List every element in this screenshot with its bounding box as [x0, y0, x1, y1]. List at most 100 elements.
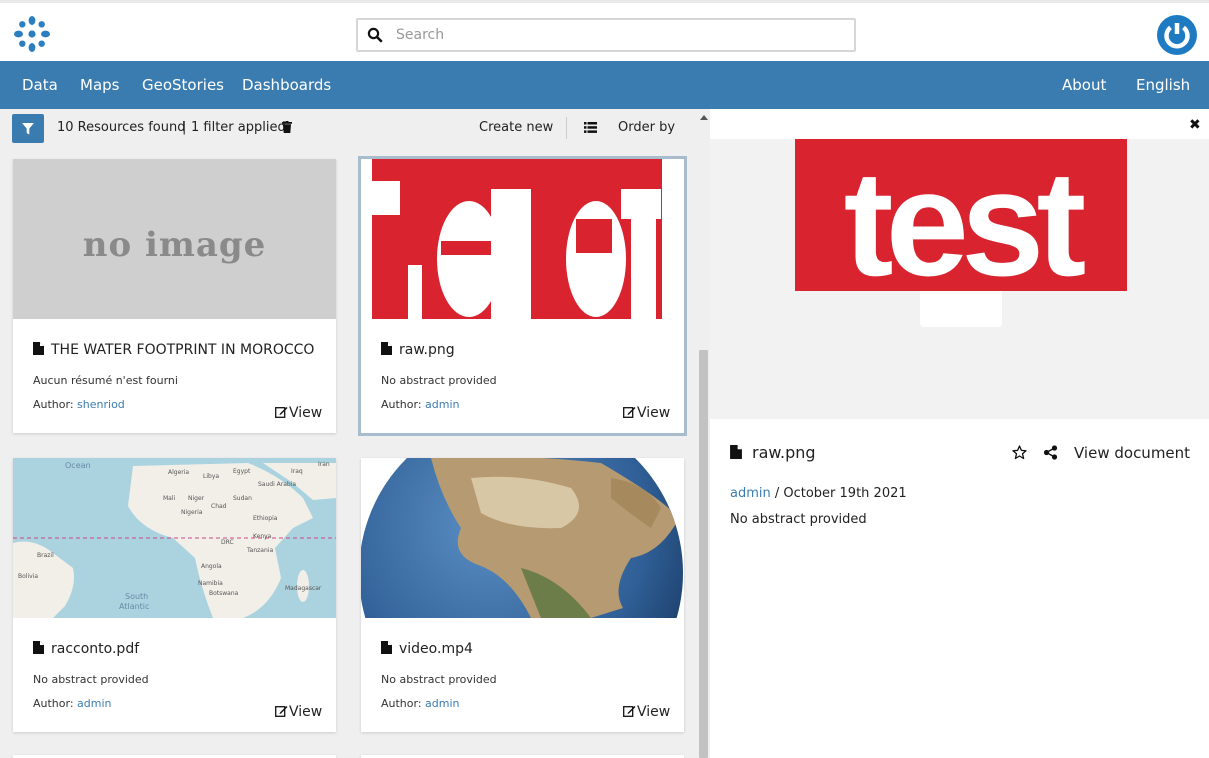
file-icon [33, 641, 44, 654]
create-new-button[interactable]: Create new [479, 120, 553, 135]
map-label: Algeria [168, 469, 189, 476]
card-title-text: THE WATER FOOTPRINT IN MOROCCO [51, 342, 315, 358]
share-icon[interactable] [1043, 445, 1058, 460]
map-label: Namibia [198, 580, 223, 587]
test-logo-thumbnail [361, 159, 684, 319]
map-label: DRC [221, 539, 234, 546]
power-icon [1164, 23, 1190, 49]
edit-icon [623, 407, 636, 418]
filters-applied-label: 1 filter applied [191, 120, 286, 135]
map-label: Niger [188, 495, 205, 502]
search-box[interactable] [356, 18, 856, 52]
document-preview: test [710, 139, 1209, 419]
toolbar-separator: | [182, 120, 187, 135]
card-abstract: Aucun résumé n'est fourni [33, 374, 178, 387]
resource-card[interactable]: Ocean Algeria Libya Egypt Iraq Iran Saud… [13, 458, 336, 732]
card-view-button[interactable]: View [623, 405, 670, 421]
resource-card-selected[interactable]: raw.png No abstract provided Author: adm… [358, 156, 687, 436]
card-abstract: No abstract provided [381, 374, 497, 387]
no-image-label: no image [82, 225, 267, 265]
card-thumbnail [361, 159, 684, 319]
map-label: Iraq [291, 468, 303, 475]
nav-data[interactable]: Data [22, 76, 58, 94]
resource-detail-pane: ✖ test raw.png View document admin / Oct… [710, 109, 1209, 758]
map-label: Atlantic [119, 602, 149, 611]
main-navbar: Data Maps GeoStories Dashboards About En… [0, 61, 1209, 109]
nav-geostories[interactable]: GeoStories [142, 76, 224, 94]
map-thumbnail: Ocean Algeria Libya Egypt Iraq Iran Saud… [13, 458, 336, 618]
detail-abstract: No abstract provided [730, 512, 867, 527]
map-label: Brazil [37, 552, 54, 559]
resource-card[interactable]: no image THE WATER FOOTPRINT IN MOROCCO … [13, 159, 336, 433]
map-label: South [125, 592, 148, 601]
geonode-logo-icon[interactable] [12, 14, 52, 54]
card-view-button[interactable]: View [275, 405, 322, 421]
card-author: Author: admin [381, 398, 460, 411]
map-label: Sudan [233, 495, 252, 502]
detail-date: / October 19th 2021 [770, 486, 907, 501]
resource-card[interactable]: video.mp4 No abstract provided Author: a… [361, 458, 684, 732]
map-label: Botswana [209, 590, 239, 597]
author-link[interactable]: admin [425, 697, 459, 710]
author-link[interactable]: admin [425, 398, 459, 411]
list-view-icon[interactable] [584, 122, 597, 133]
card-title-text: video.mp4 [399, 641, 473, 657]
nav-dashboards[interactable]: Dashboards [242, 76, 331, 94]
author-link[interactable]: shenriod [77, 398, 125, 411]
card-author: Author: admin [33, 697, 112, 710]
resource-list-pane: 10 Resources found | 1 filter applied Cr… [0, 109, 710, 758]
card-title[interactable]: racconto.pdf [33, 641, 323, 657]
edit-icon [275, 706, 288, 717]
map-label: Ocean [65, 461, 91, 470]
view-label: View [637, 405, 671, 421]
view-document-link[interactable]: View document [1074, 444, 1190, 462]
view-label: View [289, 405, 323, 421]
map-label: Nigeria [181, 509, 203, 516]
scroll-up-arrow-icon[interactable] [700, 115, 708, 120]
card-title[interactable]: video.mp4 [381, 641, 671, 657]
map-label: Mali [163, 495, 176, 502]
card-title[interactable]: raw.png [381, 342, 671, 358]
edit-icon [275, 407, 288, 418]
card-abstract: No abstract provided [381, 673, 497, 686]
map-label: Madagascar [285, 585, 322, 592]
map-label: Libya [203, 473, 219, 480]
detail-title-text: raw.png [752, 443, 816, 462]
nav-language[interactable]: English [1136, 76, 1190, 94]
map-label: Chad [211, 503, 227, 510]
nav-maps[interactable]: Maps [80, 76, 119, 94]
card-author: Author: shenriod [33, 398, 125, 411]
author-label: Author: [381, 697, 422, 710]
globe-thumbnail [361, 458, 683, 618]
card-title[interactable]: THE WATER FOOTPRINT IN MOROCCO [33, 342, 323, 358]
map-label: Tanzania [246, 547, 273, 554]
author-label: Author: [33, 697, 74, 710]
preview-logo-text: test [844, 139, 1086, 307]
top-header [0, 0, 1209, 61]
toolbar-divider [566, 117, 567, 139]
card-view-button[interactable]: View [623, 704, 670, 720]
filter-icon [22, 123, 34, 135]
card-view-button[interactable]: View [275, 704, 322, 720]
user-menu-button[interactable] [1157, 15, 1197, 55]
author-link[interactable]: admin [77, 697, 111, 710]
trash-icon[interactable] [282, 121, 292, 133]
close-icon[interactable]: ✖ [1189, 117, 1201, 133]
detail-author-link[interactable]: admin [730, 486, 771, 501]
order-by-button[interactable]: Order by [618, 120, 675, 135]
file-icon [381, 342, 392, 355]
filter-button[interactable] [12, 114, 44, 143]
nav-about[interactable]: About [1062, 76, 1106, 94]
search-input[interactable] [396, 24, 836, 46]
author-label: Author: [33, 398, 74, 411]
card-thumbnail: Ocean Algeria Libya Egypt Iraq Iran Saud… [13, 458, 336, 618]
star-icon[interactable] [1012, 445, 1027, 460]
file-icon [730, 445, 742, 459]
map-label: Iran [318, 461, 330, 468]
card-title-text: racconto.pdf [51, 641, 140, 657]
scrollbar-thumb[interactable] [699, 350, 708, 758]
map-label: Bolivia [18, 573, 38, 580]
card-thumbnail [361, 458, 684, 618]
detail-title: raw.png [730, 443, 816, 462]
card-thumbnail: no image [13, 159, 336, 319]
